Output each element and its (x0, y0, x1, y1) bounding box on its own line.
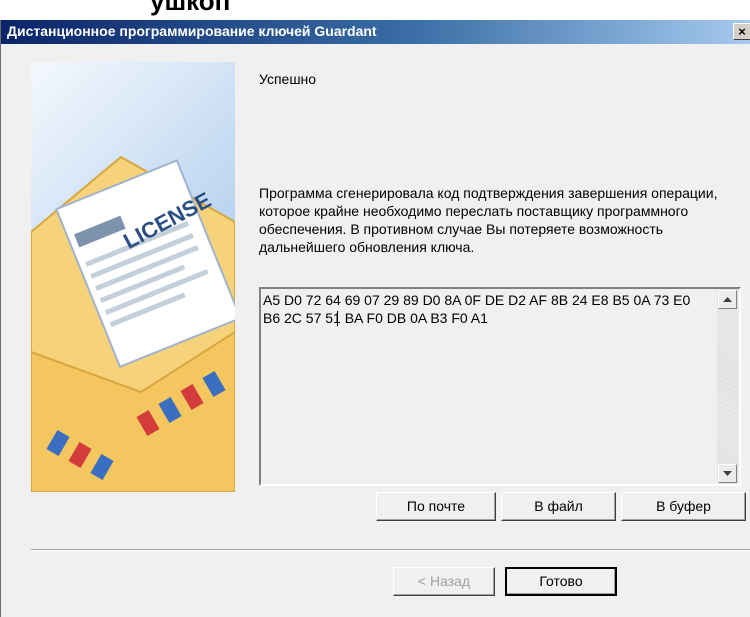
envelope-license-icon: LICENSE (31, 155, 235, 492)
text-caret (337, 311, 338, 326)
background-text: ушкоп (150, 0, 231, 16)
triangle-down-icon (723, 471, 732, 476)
title-bar[interactable]: Дистанционное программирование ключей Gu… (1, 20, 750, 44)
wizard-dialog: Дистанционное программирование ключей Gu… (0, 20, 750, 617)
license-illustration: LICENSE (31, 62, 235, 492)
status-heading: Успешно (259, 71, 317, 87)
footer-separator (31, 549, 750, 551)
scroll-down-button[interactable] (718, 464, 737, 483)
send-by-mail-button[interactable]: По почте (376, 492, 496, 521)
save-to-file-button[interactable]: В файл (501, 492, 616, 521)
code-scrollbar[interactable] (717, 289, 739, 484)
triangle-up-icon (723, 297, 732, 302)
scroll-up-button[interactable] (718, 290, 737, 309)
done-button[interactable]: Готово (505, 567, 617, 596)
confirmation-code-field[interactable]: A5 D0 72 64 69 07 29 89 D0 8A 0F DE D2 A… (259, 287, 741, 486)
copy-to-buffer-button[interactable]: В буфер (621, 492, 746, 521)
close-button[interactable]: × (733, 23, 750, 40)
status-description: Программа сгенерировала код подтверждени… (259, 185, 718, 255)
window-title: Дистанционное программирование ключей Gu… (7, 23, 377, 39)
confirmation-code-text[interactable]: A5 D0 72 64 69 07 29 89 D0 8A 0F DE D2 A… (263, 291, 709, 327)
back-button[interactable]: < Назад (393, 567, 495, 596)
